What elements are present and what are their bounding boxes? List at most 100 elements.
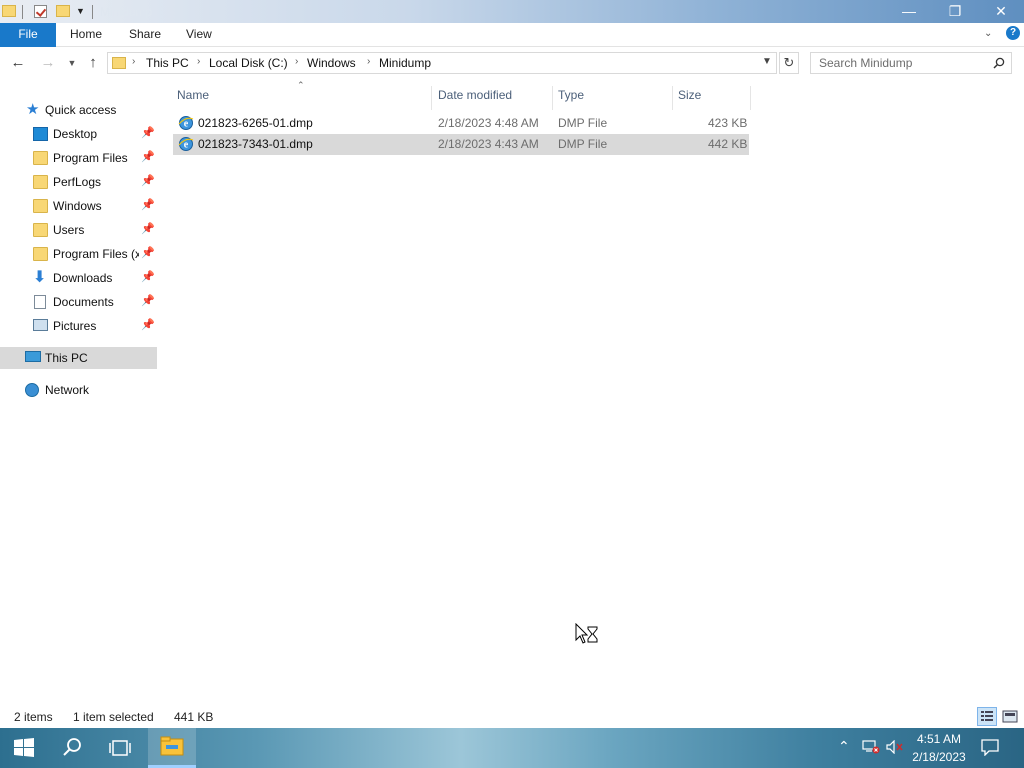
sidebar-item-downloads[interactable]: ⬇ Downloads 📌	[0, 267, 157, 289]
refresh-button[interactable]: ↻	[779, 52, 799, 74]
network-icon	[25, 383, 39, 397]
sidebar-item-perflogs[interactable]: PerfLogs 📌	[0, 171, 157, 193]
windows-logo-icon	[14, 738, 34, 757]
busy-cursor-icon	[575, 623, 598, 644]
toolbar-divider	[92, 5, 93, 19]
pin-icon: 📌	[141, 175, 155, 187]
address-history-chevron-icon[interactable]: ▼	[762, 56, 772, 67]
sidebar-item-label: Pictures	[53, 319, 97, 333]
title-bar: ▼ Minidump — ❐ ✕	[0, 0, 1024, 23]
dump-file-icon: e	[178, 137, 194, 151]
pin-icon: 📌	[141, 247, 155, 259]
sidebar-item-program-files-x86[interactable]: Program Files (x86) 📌	[0, 243, 157, 265]
documents-icon	[34, 295, 46, 309]
minimize-button[interactable]: —	[886, 0, 932, 23]
column-header-type[interactable]: Type	[553, 86, 673, 110]
taskbar-search-button[interactable]	[48, 728, 96, 768]
close-button[interactable]: ✕	[978, 0, 1024, 23]
tab-share[interactable]: Share	[115, 23, 175, 47]
large-icons-view-button[interactable]	[1000, 707, 1020, 726]
svg-text:e: e	[184, 119, 189, 130]
breadcrumb-chevron-icon[interactable]: ›	[197, 56, 200, 67]
tab-view[interactable]: View	[172, 23, 226, 47]
folder-icon	[33, 199, 48, 213]
file-size: 423 KB	[708, 116, 748, 130]
file-type: DMP File	[558, 116, 608, 130]
dump-file-icon: e	[178, 116, 194, 130]
up-button[interactable]: ↑	[83, 53, 103, 73]
file-type: DMP File	[558, 137, 608, 151]
sidebar-item-label: Network	[45, 383, 90, 397]
sidebar-item-pictures[interactable]: Pictures 📌	[0, 315, 157, 337]
tab-home[interactable]: Home	[56, 23, 116, 47]
column-header-date-modified[interactable]: Date modified	[433, 86, 553, 110]
sidebar-item-label: Desktop	[53, 127, 98, 141]
taskbar: ⌃ 4:51 AM 2/18/2023	[0, 728, 1024, 768]
notifications-icon[interactable]	[980, 738, 1000, 756]
search-input[interactable]	[811, 53, 989, 73]
pictures-icon	[33, 319, 48, 331]
sidebar-item-label: Documents	[53, 295, 114, 309]
breadcrumb-chevron-icon[interactable]: ›	[367, 56, 370, 67]
forward-button[interactable]: →	[38, 53, 58, 73]
ribbon: File Home Share View ⌄ ?	[0, 23, 1024, 47]
clock[interactable]: 4:51 AM 2/18/2023	[906, 728, 972, 768]
show-hidden-icons-chevron-icon[interactable]: ⌃	[838, 738, 850, 768]
network-disconnected-icon[interactable]	[862, 740, 880, 754]
computer-icon	[25, 351, 41, 362]
breadcrumb-chevron-icon[interactable]: ›	[132, 56, 135, 67]
sidebar-item-documents[interactable]: Documents 📌	[0, 291, 157, 313]
task-view-button[interactable]	[96, 728, 144, 768]
folder-icon	[33, 247, 48, 261]
sidebar-item-users[interactable]: Users 📌	[0, 219, 157, 241]
table-row[interactable]: e 021823-7343-01.dmp 2/18/2023 4:43 AM D…	[173, 134, 749, 155]
sidebar-item-network[interactable]: Network	[0, 379, 157, 401]
desktop-icon	[33, 127, 48, 141]
maximize-button[interactable]: ❐	[932, 0, 978, 23]
pin-icon: 📌	[141, 127, 155, 139]
pin-icon: 📌	[141, 223, 155, 235]
table-row[interactable]: e 021823-6265-01.dmp 2/18/2023 4:48 AM D…	[173, 113, 749, 134]
sidebar-item-program-files[interactable]: Program Files 📌	[0, 147, 157, 169]
sidebar-item-label: Downloads	[53, 271, 113, 285]
large-icons-view-icon	[1002, 710, 1018, 723]
sidebar-item-label: Quick access	[45, 103, 117, 117]
start-button[interactable]	[0, 728, 48, 768]
sidebar-item-quick-access[interactable]: ★ Quick access	[0, 99, 157, 121]
back-button[interactable]: ←	[8, 53, 28, 73]
new-folder-icon[interactable]	[56, 5, 70, 17]
sidebar-item-label: PerfLogs	[53, 175, 102, 189]
properties-icon[interactable]	[34, 5, 47, 18]
search-icon	[63, 738, 81, 756]
details-view-button[interactable]	[977, 707, 997, 726]
selection-count: 1 item selected	[73, 710, 154, 724]
download-icon: ⬇	[33, 269, 47, 286]
sidebar-item-this-pc[interactable]: This PC	[0, 347, 157, 369]
breadcrumb-minidump[interactable]: Minidump	[379, 56, 431, 70]
sidebar-item-desktop[interactable]: Desktop 📌	[0, 123, 157, 145]
search-box[interactable]	[810, 52, 1012, 74]
pin-icon: 📌	[141, 151, 155, 163]
sidebar-item-label: Windows	[53, 199, 102, 213]
column-header-size[interactable]: Size	[673, 86, 751, 110]
folder-icon	[112, 57, 126, 69]
taskbar-file-explorer-button[interactable]	[148, 728, 196, 768]
file-explorer-icon	[160, 736, 184, 756]
search-icon[interactable]	[993, 57, 1005, 69]
volume-muted-icon[interactable]	[886, 740, 904, 754]
recent-locations-chevron-icon[interactable]: ▼	[62, 53, 82, 73]
folder-icon	[33, 175, 48, 189]
column-header-name[interactable]: Name	[172, 86, 432, 110]
breadcrumb-this-pc[interactable]: This PC	[146, 56, 189, 70]
customize-quick-access-chevron-icon[interactable]: ▼	[76, 6, 85, 22]
help-icon[interactable]: ?	[1006, 26, 1020, 40]
breadcrumb-chevron-icon[interactable]: ›	[295, 56, 298, 67]
address-bar[interactable]: › This PC › Local Disk (C:) › Windows › …	[107, 52, 777, 74]
expand-ribbon-chevron-icon[interactable]: ⌄	[984, 28, 992, 39]
sidebar-item-windows[interactable]: Windows 📌	[0, 195, 157, 217]
tab-file[interactable]: File	[0, 23, 56, 47]
sidebar-item-label: Program Files	[53, 151, 128, 165]
breadcrumb-windows[interactable]: Windows	[307, 56, 356, 70]
star-icon: ★	[26, 101, 40, 118]
breadcrumb-local-disk[interactable]: Local Disk (C:)	[209, 56, 288, 70]
